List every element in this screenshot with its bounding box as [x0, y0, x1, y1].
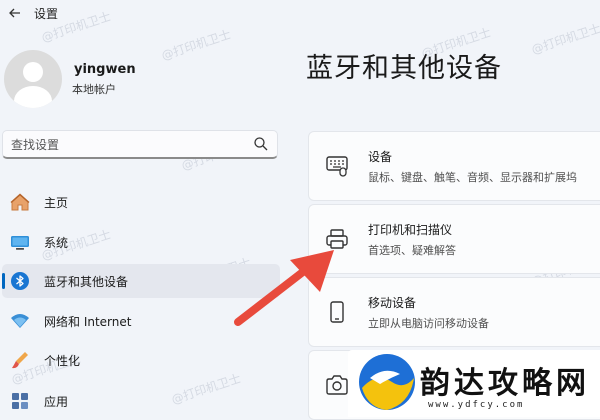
sidebar-item-label: 应用	[44, 395, 69, 409]
wifi-icon	[11, 314, 29, 328]
page-title: 蓝牙和其他设备	[306, 53, 502, 84]
sidebar-item-personalization[interactable]: 个性化	[2, 343, 280, 377]
brush-icon	[12, 352, 28, 369]
card-title: 移动设备	[368, 296, 417, 310]
site-logo: 韵达攻略网 www.ydfcy.com	[348, 350, 600, 417]
logo-text: 韵达攻略网	[420, 366, 590, 401]
system-icon	[11, 236, 29, 250]
card-subtitle: 鼠标、键盘、触笔、音频、显示器和扩展坞	[368, 171, 577, 184]
account-type: 本地帐户	[72, 83, 116, 96]
search-box[interactable]	[2, 130, 278, 159]
camera-icon	[326, 375, 348, 395]
mobile-devices-card[interactable]: 移动设备 立即从电脑访问移动设备	[308, 277, 600, 347]
active-indicator	[2, 273, 5, 289]
search-icon[interactable]	[253, 136, 269, 152]
apps-icon	[12, 393, 28, 409]
search-input[interactable]	[11, 136, 241, 154]
arrow-left-icon	[9, 8, 20, 18]
annotation-arrow	[234, 250, 334, 326]
sidebar-item-apps[interactable]: 应用	[2, 384, 280, 418]
avatar-body	[14, 86, 52, 108]
sidebar-item-label: 个性化	[44, 354, 81, 368]
card-subtitle: 立即从电脑访问移动设备	[368, 317, 489, 330]
sidebar-item-label: 网络和 Internet	[44, 315, 132, 329]
avatar-head	[23, 62, 43, 82]
sidebar-item-label: 蓝牙和其他设备	[44, 275, 129, 289]
home-icon	[10, 193, 30, 211]
card-subtitle: 首选项、疑难解答	[368, 244, 456, 257]
logo-icon	[359, 354, 415, 410]
card-title: 打印机和扫描仪	[368, 223, 453, 237]
avatar	[4, 50, 62, 108]
printers-card[interactable]: 打印机和扫描仪 首选项、疑难解答	[308, 204, 600, 274]
logo-url: www.ydfcy.com	[428, 400, 525, 410]
sidebar-item-home[interactable]: 主页	[2, 185, 280, 219]
back-button[interactable]	[6, 4, 24, 22]
bluetooth-icon	[11, 272, 29, 290]
devices-card[interactable]: 设备 鼠标、键盘、触笔、音频、显示器和扩展坞	[308, 131, 600, 201]
card-title: 设备	[368, 150, 393, 164]
user-name: yingwen	[74, 62, 136, 77]
sidebar-item-label: 系统	[44, 236, 69, 250]
app-title: 设置	[34, 7, 59, 21]
devices-icon	[326, 156, 348, 177]
user-profile[interactable]: yingwen 本地帐户	[0, 44, 290, 114]
sidebar-item-label: 主页	[44, 196, 69, 210]
